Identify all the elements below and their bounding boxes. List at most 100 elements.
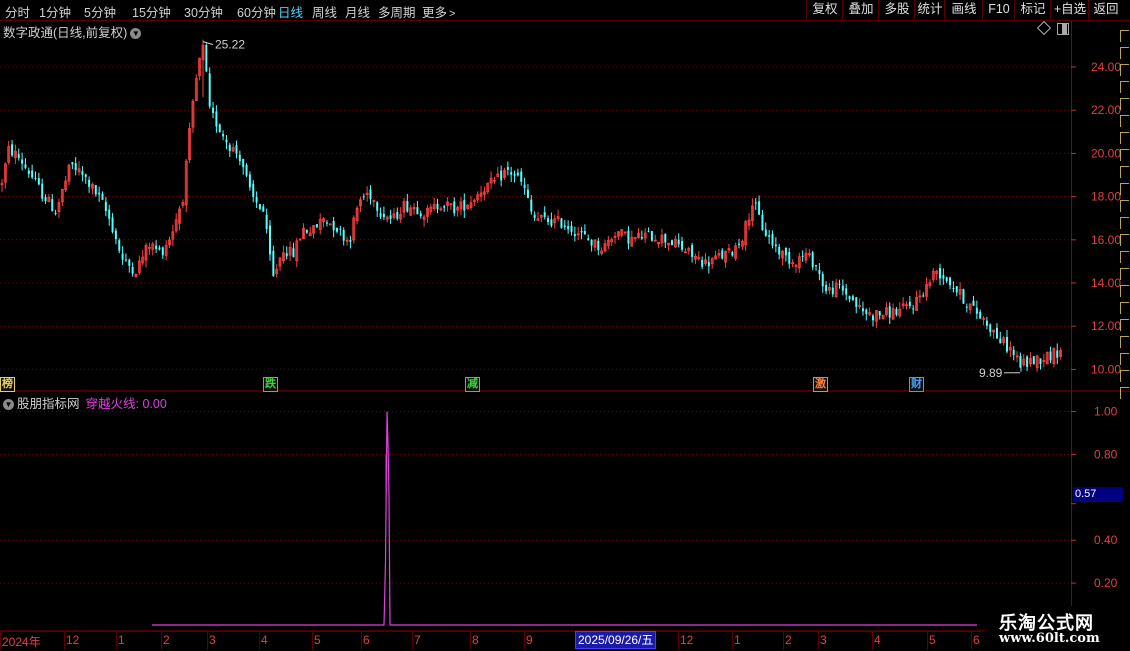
price-tick-label: 16.00	[1091, 233, 1121, 247]
candle-body	[114, 230, 117, 240]
date-tick	[783, 632, 784, 650]
candle-body	[922, 295, 925, 297]
candle-body	[21, 159, 24, 164]
high-pointer	[202, 41, 214, 46]
truncated-glyph	[1120, 387, 1129, 399]
candle-body	[671, 240, 673, 246]
date-tick	[161, 632, 162, 650]
truncated-glyph	[1120, 132, 1129, 144]
candle-body	[1026, 356, 1029, 367]
candle-body	[17, 154, 20, 158]
candle-body	[533, 214, 536, 219]
candle-body	[161, 247, 164, 256]
stock-title[interactable]: 数字政通(日线,前复权) ▼	[3, 22, 142, 41]
chevron-down-icon[interactable]: ▼	[3, 399, 14, 410]
date-tick	[927, 632, 928, 650]
date-tick	[361, 632, 362, 650]
candle-body	[861, 308, 864, 312]
candle-body	[701, 259, 704, 267]
candle-body	[640, 236, 643, 239]
date-label: 9	[526, 633, 533, 647]
price-tick-label: 22.00	[1091, 103, 1121, 117]
candle-body	[31, 170, 34, 178]
candle-body	[865, 309, 868, 315]
candle-body	[771, 233, 774, 246]
date-label: 1	[734, 633, 741, 647]
candle-body	[342, 230, 345, 241]
date-axis: 2024年 12 1 2 3 4 5 6 7 8 9 12 1 2 3 4 5 6	[0, 631, 980, 651]
date-tick	[524, 632, 525, 650]
candle-body	[979, 311, 982, 319]
candle-body	[872, 315, 874, 321]
truncated-glyph	[1120, 183, 1129, 195]
event-marker-finance[interactable]: 财	[909, 377, 924, 392]
candle-body	[269, 225, 271, 255]
candle-body	[155, 245, 158, 249]
event-marker-rank[interactable]: 榜	[0, 377, 15, 392]
truncated-glyph	[1120, 166, 1129, 178]
candle-body	[664, 233, 667, 243]
candle-body	[761, 214, 764, 231]
candle-body	[238, 154, 241, 162]
date-tick	[259, 632, 260, 650]
candle-body	[396, 212, 399, 219]
price-axis: 24.00 22.00 20.00 18.00 16.00 14.00 12.00 10.00	[1071, 60, 1121, 376]
candle-body	[369, 189, 372, 200]
candle-body	[550, 219, 553, 226]
event-marker-reduce[interactable]: 减	[465, 377, 480, 392]
date-label: 12	[680, 633, 694, 647]
candle-body	[985, 320, 988, 326]
candle-body	[27, 170, 30, 174]
candle-body	[778, 246, 781, 255]
date-tick	[412, 632, 413, 650]
candle-body	[104, 201, 107, 212]
indicator-line-label: 穿越火线: 0.00	[85, 397, 167, 411]
date-label: 2024年	[2, 635, 41, 649]
candle-body	[215, 111, 218, 127]
candle-body	[292, 248, 295, 258]
date-label: 5	[314, 633, 321, 647]
candle-body	[463, 200, 466, 211]
indicator-header[interactable]: ▼ 股朋指标网 穿越火线: 0.00	[3, 393, 167, 412]
indicator-tick-label: 1.00	[1094, 405, 1118, 419]
high-price-label: 25.22	[215, 38, 245, 52]
candle-body	[841, 285, 844, 291]
candle-body	[1012, 349, 1015, 356]
candle-body	[332, 220, 335, 231]
candle-body	[252, 183, 255, 197]
candle-body	[912, 308, 915, 310]
panel-toggle-icon[interactable]	[1057, 23, 1069, 35]
candle-body	[590, 239, 593, 246]
candle-body	[245, 164, 248, 176]
candle-body	[962, 289, 965, 304]
truncated-glyph	[1120, 336, 1129, 348]
candle-body	[262, 206, 265, 212]
date-label: 3	[209, 633, 216, 647]
candle-body	[349, 240, 352, 242]
candle-body	[851, 296, 854, 301]
candle-body	[547, 218, 550, 222]
candle-body	[647, 231, 650, 233]
candle-body	[88, 179, 91, 187]
candle-body	[821, 273, 824, 287]
candle-body	[908, 301, 911, 306]
date-tick	[207, 632, 208, 650]
candle-body	[955, 286, 958, 293]
date-tick	[0, 632, 1, 650]
date-label: 3	[820, 633, 827, 647]
candle-body	[573, 234, 576, 237]
watermark: 乐淘公式网 www.60lt.com	[985, 606, 1130, 650]
date-tick	[872, 632, 873, 650]
kline-chart[interactable]: 24.00 22.00 20.00 18.00 16.00 14.00 12.00 10.00…	[0, 0, 1130, 650]
watermark-url: www.60lt.com	[999, 631, 1100, 646]
truncated-glyph	[1120, 149, 1129, 161]
candle-body	[108, 209, 111, 219]
event-marker-drop[interactable]: 跌	[263, 377, 278, 392]
event-marker-incentive[interactable]: 激	[813, 377, 828, 392]
candle-body	[406, 201, 409, 212]
candle-body	[895, 308, 898, 315]
candle-body	[1056, 350, 1059, 358]
chevron-down-icon[interactable]: ▼	[130, 28, 142, 39]
candle-body	[1039, 358, 1042, 364]
candle-body	[768, 235, 771, 237]
